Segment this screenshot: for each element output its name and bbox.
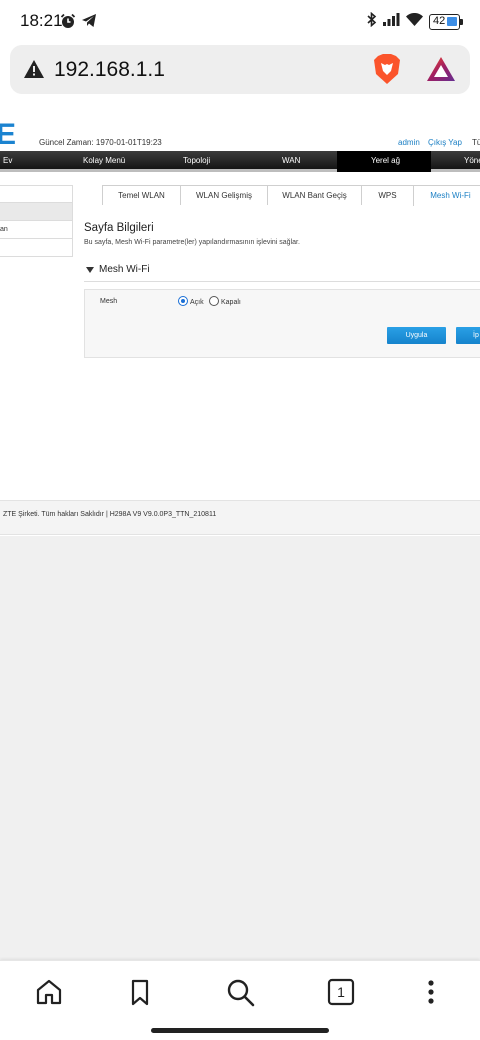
page-info-description: Bu sayfa, Mesh Wi-Fi parametre(ler) yapı… [84, 239, 300, 246]
tab-wlan-advanced[interactable]: WLAN Gelişmiş [180, 185, 268, 205]
mesh-section-header[interactable]: Mesh Wi-Fi [84, 260, 480, 282]
battery-level: 42 [433, 15, 446, 27]
nav-item-local-network[interactable]: Yerel ağ [371, 156, 400, 165]
apply-button[interactable]: Uygula [387, 327, 446, 344]
nav-item-easy-menu[interactable]: Kolay Menü [83, 156, 125, 165]
more-menu-icon[interactable] [416, 977, 446, 1007]
url-text[interactable]: 192.168.1.1 [54, 58, 165, 82]
nav-item-wan[interactable]: WAN [282, 156, 300, 165]
current-time: Güncel Zaman: 1970-01-01T19:23 [39, 138, 162, 147]
status-time: 18:21 [20, 11, 63, 30]
sidebar-item-active[interactable] [0, 203, 73, 221]
section-title: Mesh Wi-Fi [99, 264, 150, 275]
language-link[interactable]: Tü [472, 138, 480, 147]
tab-band-steering[interactable]: WLAN Bant Geçiş [267, 185, 362, 205]
collapse-arrow-icon[interactable] [86, 267, 94, 273]
bat-rewards-icon[interactable] [426, 56, 456, 87]
alarm-icon [60, 13, 76, 34]
mesh-off-label[interactable]: Kapalı [221, 299, 241, 306]
bluetooth-icon [367, 11, 377, 32]
mesh-label: Mesh [100, 298, 118, 305]
telegram-icon [81, 13, 97, 33]
sidebar: an [0, 185, 73, 257]
mesh-settings-panel: Mesh Açık Kapalı Uygula İp [84, 289, 480, 358]
page-footer: ZTE Şirketi. Tüm hakları Saklıdır | H298… [0, 500, 480, 535]
tab-wps[interactable]: WPS [361, 185, 414, 205]
browser-bottom-bar: 1 [0, 960, 480, 1040]
logout-link[interactable]: Çıkış Yap [428, 138, 462, 147]
status-bar: 18:21 42 [0, 0, 480, 42]
sidebar-item[interactable]: an [0, 221, 73, 239]
tabs-icon[interactable]: 1 [326, 977, 356, 1007]
tab-bar: Temel WLAN WLAN Gelişmiş WLAN Bant Geçiş… [102, 185, 480, 206]
battery-icon: 42 [429, 14, 463, 30]
signal-icon [383, 13, 400, 31]
footer-text: ZTE Şirketi. Tüm hakları Saklıdır | H298… [3, 511, 217, 518]
home-icon[interactable] [34, 977, 64, 1007]
search-icon[interactable] [225, 977, 255, 1007]
zte-logo: E [0, 118, 17, 151]
warning-icon[interactable] [23, 59, 45, 84]
nav-item-management[interactable]: Yöne [464, 156, 480, 165]
wifi-icon [406, 12, 423, 31]
home-indicator[interactable] [151, 1028, 329, 1033]
sidebar-item[interactable] [0, 185, 73, 203]
nav-item-home[interactable]: Ev [3, 156, 12, 165]
tab-mesh-wifi[interactable]: Mesh Wi-Fi [413, 185, 480, 206]
admin-link[interactable]: admin [398, 138, 420, 147]
address-bar[interactable]: 192.168.1.1 [10, 45, 470, 94]
bookmark-icon[interactable] [125, 977, 155, 1007]
page-background [0, 536, 480, 960]
mesh-off-radio[interactable] [209, 296, 219, 306]
page-info-title: Sayfa Bilgileri [84, 222, 154, 234]
nav-item-topology[interactable]: Topoloji [183, 156, 210, 165]
main-nav: Ev Kolay Menü Topoloji WAN Yerel ağ Yöne [0, 151, 480, 172]
mesh-on-label[interactable]: Açık [190, 299, 204, 306]
brave-shield-icon[interactable] [373, 54, 401, 90]
tab-count: 1 [337, 984, 345, 1000]
cancel-button[interactable]: İp [456, 327, 480, 344]
mesh-on-radio[interactable] [178, 296, 188, 306]
sidebar-item[interactable] [0, 239, 73, 257]
router-web-page: E Güncel Zaman: 1970-01-01T19:23 admin Ç… [0, 100, 480, 960]
tab-basic-wlan[interactable]: Temel WLAN [102, 185, 181, 205]
